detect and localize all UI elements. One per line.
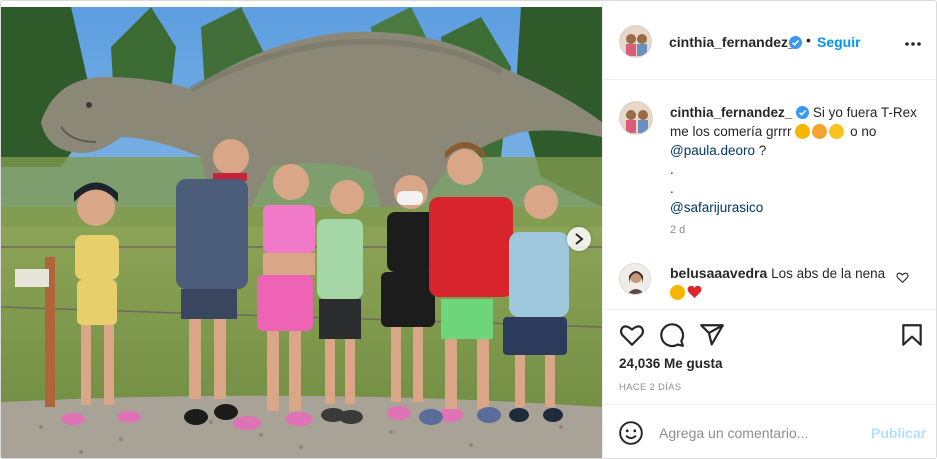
caption-dot: .: [670, 181, 674, 196]
more-options-icon[interactable]: [903, 34, 923, 54]
add-comment-bar: Publicar: [603, 404, 936, 458]
caption-question: ?: [758, 143, 767, 158]
post-photo[interactable]: [1, 7, 602, 458]
likes-count[interactable]: 24,036 Me gusta: [619, 356, 723, 371]
winking-face-emoji-icon: [795, 124, 811, 139]
author-username[interactable]: cinthia_fernandez_: [669, 34, 796, 50]
post-actions: 24,036 Me gusta HACE 2 DÍAS: [603, 309, 936, 404]
author-avatar[interactable]: [619, 25, 652, 58]
bookmark-icon[interactable]: [899, 322, 925, 348]
caption-dot: .: [670, 162, 674, 177]
chevron-right-icon: [575, 233, 584, 245]
caption-author-avatar[interactable]: [619, 101, 653, 135]
avatar-image: [620, 264, 650, 294]
caption-mention-link[interactable]: @safarijurasico: [670, 200, 763, 215]
heart-eyes-emoji-icon: [829, 124, 845, 139]
comments-list[interactable]: cinthia_fernandez_ Si yo fuera T-Rex me …: [603, 81, 936, 309]
comment-icon[interactable]: [659, 322, 685, 348]
verified-badge-icon: [796, 106, 810, 119]
share-icon[interactable]: [699, 322, 725, 348]
comment-username[interactable]: belusaaavedra: [670, 265, 767, 281]
next-photo-button[interactable]: [567, 227, 591, 251]
commenter-avatar[interactable]: [619, 263, 651, 295]
comment-text: Los abs de la nena: [771, 266, 886, 281]
publish-button[interactable]: Publicar: [871, 425, 926, 441]
post-caption: cinthia_fernandez_ Si yo fuera T-Rex me …: [670, 103, 925, 217]
comment-item: belusaaavedra Los abs de la nena: [670, 264, 890, 302]
caption-username[interactable]: cinthia_fernandez_: [670, 105, 792, 120]
post-timestamp[interactable]: HACE 2 DÍAS: [619, 382, 681, 393]
caption-text-line2: me los comería grrrr: [670, 124, 792, 139]
red-heart-emoji-icon: [687, 285, 702, 298]
rolling-laughing-emoji-icon: [670, 285, 685, 300]
heart-icon[interactable]: [619, 322, 645, 348]
follow-button[interactable]: Seguir: [817, 34, 861, 50]
caption-text-or: o no: [850, 124, 877, 139]
post-modal: cinthia_fernandez_ • Seguir cinthia_fern…: [0, 0, 937, 459]
caption-text-line1: Si yo fuera T-Rex: [812, 105, 917, 120]
verified-badge-icon: [789, 36, 802, 49]
caption-mention-link[interactable]: @paula.deoro: [670, 143, 755, 158]
comment-input[interactable]: [659, 423, 859, 443]
post-header: cinthia_fernandez_ • Seguir: [603, 1, 936, 80]
caption-timestamp[interactable]: 2 d: [670, 224, 685, 236]
header-separator: •: [806, 32, 811, 48]
avatar-image: [620, 102, 652, 134]
avatar-image: [620, 26, 651, 57]
tiger-face-emoji-icon: [812, 124, 828, 139]
emoji-icon[interactable]: [618, 420, 644, 446]
like-comment-heart-icon[interactable]: [896, 271, 909, 284]
post-side-panel: cinthia_fernandez_ • Seguir cinthia_fern…: [602, 1, 936, 458]
dinosaur-park-photo: [1, 7, 602, 458]
